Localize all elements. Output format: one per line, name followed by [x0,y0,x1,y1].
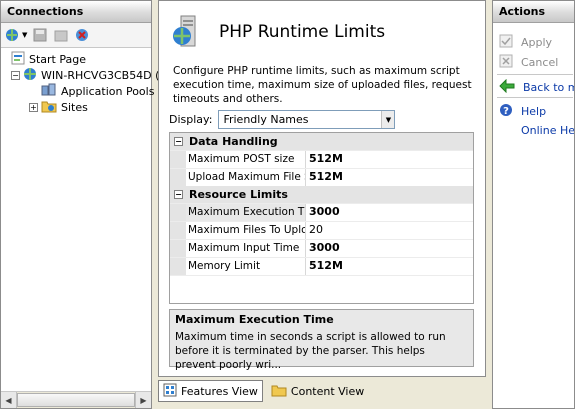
tree-item-start-page[interactable]: Start Page [11,51,86,67]
property-value[interactable]: 3000 [306,240,473,257]
online-help-action[interactable]: Online Help [521,124,575,137]
tab-features-view[interactable]: Features View [158,380,263,402]
help-text: Maximum time in seconds a script is allo… [175,331,446,371]
php-server-icon [171,14,205,51]
tab-content-view[interactable]: Content View [267,380,368,402]
content-view-icon [271,383,287,400]
actions-header: Actions [493,1,574,23]
view-tabs: Features View Content View [158,380,368,402]
tree-item-label: Sites [61,100,88,114]
connect-globe-icon[interactable] [5,27,21,43]
chevron-down-icon[interactable]: ▼ [22,31,27,39]
save-icon[interactable] [32,27,48,43]
property-help-box: Maximum Execution Time Maximum time in s… [169,309,474,371]
back-arrow-icon [499,78,515,96]
tree-item-label: WIN-RHCVG3CB54D (\ [41,68,164,82]
application-pools-icon [41,83,57,100]
start-page-icon [11,51,25,68]
property-row[interactable]: Memory Limit 512M [170,257,473,276]
action-label: Help [521,105,547,118]
tree-item-label: Application Pools [61,84,155,98]
cancel-icon [499,54,513,71]
apply-icon [499,34,513,51]
property-row[interactable]: Maximum Input Time 3000 [170,239,473,257]
display-value: Friendly Names [223,113,309,126]
main-panel: PHP Runtime Limits Configure PHP runtime… [158,0,486,377]
property-row[interactable]: Upload Maximum File Size 512M [170,168,473,186]
expand-icon[interactable]: + [29,102,38,112]
property-name: Maximum POST size [186,151,306,168]
dropdown-arrow-icon[interactable]: ▼ [381,111,395,128]
property-value[interactable]: 3000 [306,204,473,221]
connections-toolbar: ▼ [1,23,151,48]
property-row[interactable]: Maximum POST size 512M [170,150,473,168]
page-description: Configure PHP runtime limits, such as ma… [173,65,472,105]
action-label: Online Help [521,124,575,137]
property-value[interactable]: 20 [306,222,473,239]
property-name: Maximum Files To Upload [186,222,306,239]
apply-action[interactable]: Apply [499,34,552,51]
scroll-right-icon[interactable]: ▶ [135,392,151,408]
property-grid: − Data Handling Maximum POST size 512M U… [169,132,474,304]
sites-folder-icon [41,99,57,116]
action-label: Cancel [521,56,559,69]
help-title: Maximum Execution Time [175,313,334,326]
property-name: Memory Limit [186,258,306,275]
property-value[interactable]: 512M [306,169,473,186]
help-action[interactable]: ? Help [499,103,546,120]
help-icon: ? [499,103,513,120]
actions-divider [497,74,573,75]
scroll-left-icon[interactable]: ◀ [1,392,17,408]
display-label: Display: [169,113,213,126]
up-level-icon[interactable] [53,27,69,43]
tree-item-application-pools[interactable]: Application Pools [41,83,154,99]
property-name: Maximum Input Time [186,240,306,257]
display-row: Display: Friendly Names ▼ [169,110,396,129]
tab-label: Features View [181,384,258,398]
actions-panel: Actions Apply Cancel Back to main ? Help… [492,0,575,409]
back-action[interactable]: Back to main [499,78,574,96]
tree-item-label: Start Page [29,52,86,66]
property-value[interactable]: 512M [306,258,473,275]
horizontal-scrollbar[interactable]: ◀ ▶ [1,391,151,408]
cancel-action[interactable]: Cancel [499,54,558,71]
collapse-icon[interactable]: − [11,70,20,80]
delete-connection-icon[interactable] [74,27,90,43]
tree-item-sites[interactable]: + Sites [29,99,88,115]
features-view-icon [163,383,177,400]
property-row[interactable]: Maximum Files To Upload 20 [170,221,473,239]
tab-label: Content View [290,384,365,398]
action-label: Apply [521,36,553,49]
server-icon [23,67,37,84]
collapse-icon[interactable]: − [174,190,183,199]
property-name: Upload Maximum File Size [186,169,306,186]
category-label: Resource Limits [189,188,288,201]
connections-header: Connections [1,1,151,23]
property-name: Maximum Execution Time [186,204,306,221]
property-row[interactable]: Maximum Execution Time 3000 [170,203,473,221]
category-resource-limits[interactable]: − Resource Limits [170,186,473,203]
display-dropdown[interactable]: Friendly Names ▼ [218,110,396,129]
actions-divider [497,97,573,98]
connections-panel: Connections ▼ Start Page − WIN-RHCVG3CB5… [0,0,163,409]
collapse-icon[interactable]: − [174,137,183,146]
page-title: PHP Runtime Limits [219,22,386,42]
category-label: Data Handling [189,135,278,148]
category-data-handling[interactable]: − Data Handling [170,133,473,150]
title-area: PHP Runtime Limits [159,1,485,49]
property-value[interactable]: 512M [306,151,473,168]
scrollbar-thumb[interactable] [17,393,135,407]
tree-item-server[interactable]: − WIN-RHCVG3CB54D (\ [11,67,163,83]
action-label: Back to main [523,81,574,94]
svg-text:?: ? [503,106,509,117]
